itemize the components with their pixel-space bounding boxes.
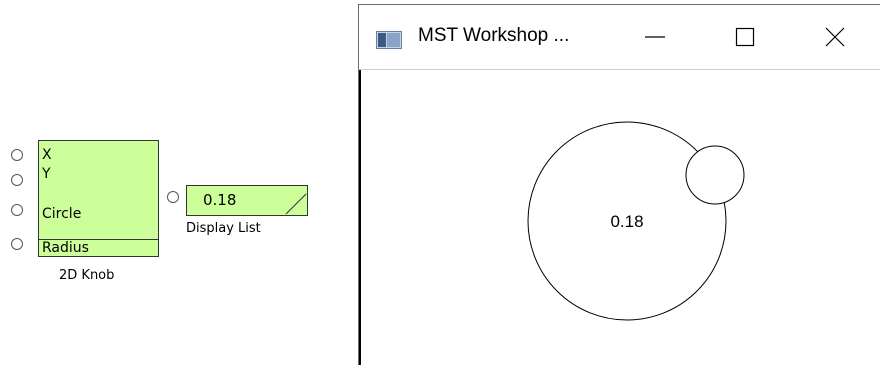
- knob-port-label-radius: Radius: [42, 240, 89, 256]
- app-icon: [376, 31, 402, 49]
- window-title: MST Workshop ...: [418, 25, 570, 46]
- display-port[interactable]: [167, 191, 179, 203]
- minimize-icon: [645, 36, 665, 38]
- knob-canvas: 0.18: [527, 121, 745, 321]
- resize-corner-icon: [285, 193, 307, 215]
- knob-block[interactable]: X Y Circle Radius: [38, 140, 159, 257]
- port-radius[interactable]: [11, 238, 23, 250]
- close-button[interactable]: [790, 5, 880, 69]
- port-circle[interactable]: [11, 204, 23, 216]
- title-bar[interactable]: MST Workshop ...: [359, 5, 880, 70]
- display-value: 0.18: [203, 191, 237, 209]
- maximize-icon: [735, 27, 755, 47]
- display-block-caption: Display List: [186, 221, 261, 236]
- knob-handle[interactable]: [685, 145, 745, 205]
- port-x[interactable]: [11, 149, 23, 161]
- minimize-button[interactable]: [610, 5, 700, 69]
- knob-value-label: 0.18: [610, 212, 643, 231]
- window-client-area: 0.18: [359, 70, 880, 365]
- knob-port-label-y: Y: [42, 166, 51, 182]
- knob-port-label-x: X: [42, 147, 52, 163]
- port-y[interactable]: [11, 174, 23, 186]
- close-icon: [825, 27, 845, 47]
- display-list-block[interactable]: 0.18: [186, 185, 308, 216]
- maximize-button[interactable]: [700, 5, 790, 69]
- knob-block-caption: 2D Knob: [59, 268, 115, 283]
- mst-workshop-window: MST Workshop ... 0.18: [358, 4, 880, 365]
- knob-port-label-circle: Circle: [42, 206, 82, 222]
